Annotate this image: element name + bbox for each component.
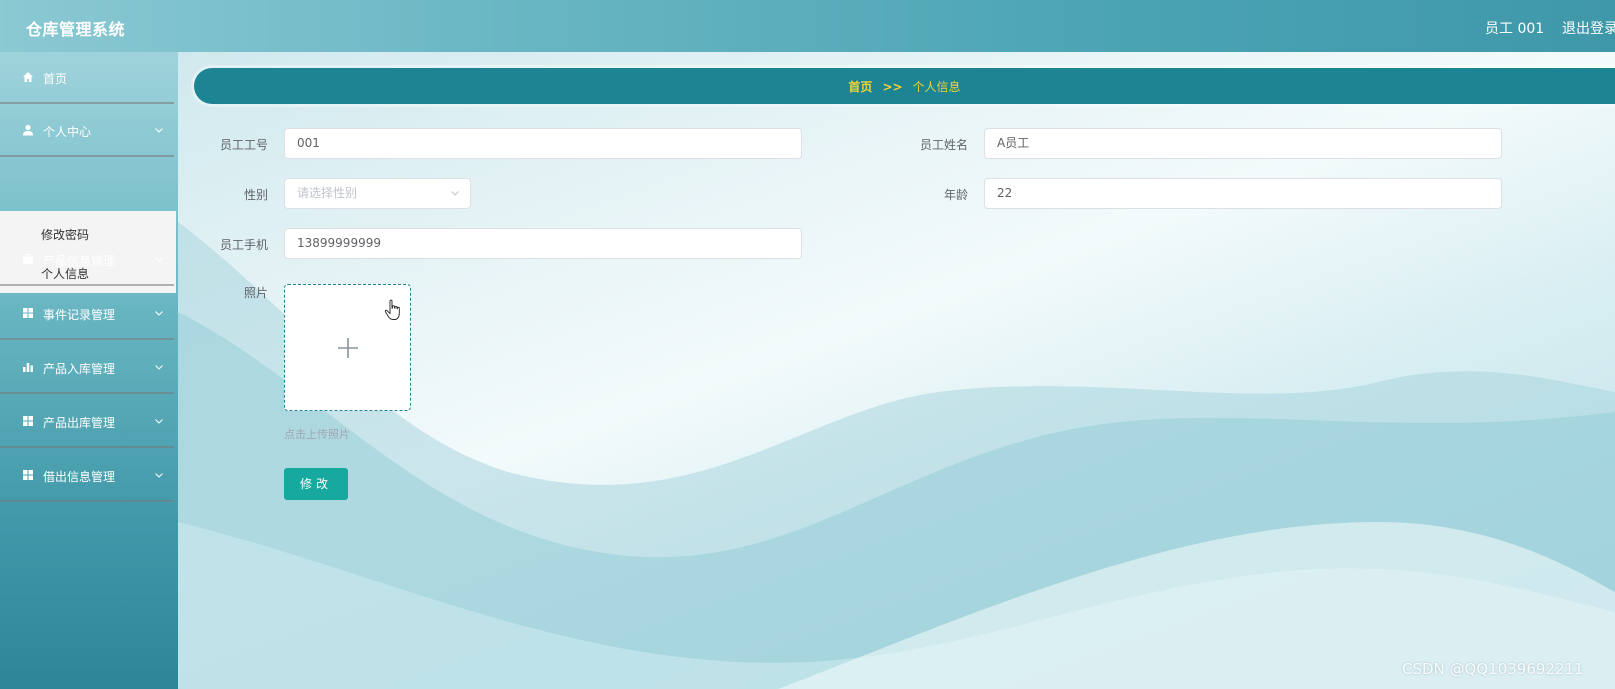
- employee-name-input[interactable]: A员工: [984, 128, 1502, 159]
- grid-icon: [23, 416, 33, 426]
- chevron-down-icon: [155, 257, 163, 262]
- breadcrumb: 首页 >> 个人信息: [194, 78, 1615, 95]
- breadcrumb-separator: >>: [882, 80, 903, 94]
- photo-uploader[interactable]: [284, 284, 411, 411]
- chevron-down-icon: [155, 128, 163, 133]
- grid-icon: [23, 308, 33, 318]
- phone-label: 员工手机: [219, 238, 268, 252]
- sidebar-item-label: 产品出库管理: [43, 416, 116, 430]
- gender-select[interactable]: 请选择性别: [284, 178, 471, 209]
- employee-id-input[interactable]: 001: [284, 128, 802, 159]
- sidebar-item-product-outbound[interactable]: 产品出库管理: [0, 396, 174, 448]
- breadcrumb-home-link[interactable]: 首页: [848, 80, 872, 94]
- sidebar-item-lending-info[interactable]: 借出信息管理: [0, 450, 174, 502]
- briefcase-icon: [23, 253, 33, 264]
- main-content: 首页 >> 个人信息 员工工号 001 员工姓名 A员工 性别 请选择性别 年龄 2…: [178, 52, 1615, 689]
- chevron-down-icon: [155, 473, 163, 478]
- hand-cursor-icon: [384, 299, 400, 320]
- age-label: 年龄: [943, 188, 968, 202]
- sidebar-item-label: 产品信息管理: [43, 254, 116, 268]
- watermark: CSDN @QQ1039692211: [1402, 660, 1584, 678]
- app-title: 仓库管理系统: [26, 20, 126, 39]
- submit-update-button[interactable]: 修改: [284, 468, 348, 500]
- logout-link[interactable]: 退出登录: [1562, 18, 1615, 38]
- sidebar-item-label: 事件记录管理: [43, 308, 116, 322]
- plus-icon: [338, 338, 358, 358]
- employee-id-label: 员工工号: [219, 138, 268, 152]
- photo-label: 照片: [243, 286, 268, 300]
- sidebar-item-personal-center[interactable]: 个人中心: [0, 105, 174, 157]
- sidebar-item-event-records[interactable]: 事件记录管理: [0, 288, 174, 340]
- chevron-down-icon: [155, 311, 163, 316]
- top-header: 仓库管理系统 员工 001 退出登录: [0, 0, 1615, 52]
- sidebar-item-label: 首页: [43, 72, 68, 86]
- grid-icon: [23, 470, 33, 480]
- current-user-label: 员工 001: [1485, 21, 1545, 37]
- age-input[interactable]: 22: [984, 178, 1502, 209]
- sidebar-item-product-info[interactable]: 产品信息管理: [0, 234, 174, 286]
- chevron-down-icon: [155, 365, 163, 370]
- employee-name-label: 员工姓名: [919, 138, 968, 152]
- user-icon: [23, 124, 33, 136]
- sidebar: 首页 个人中心 修改密码 个人信息 产品信息管理 事件记录管理 产品入库管理 产…: [0, 52, 178, 689]
- sidebar-item-product-inbound[interactable]: 产品入库管理: [0, 342, 174, 394]
- breadcrumb-bar: 首页 >> 个人信息: [194, 68, 1615, 104]
- sidebar-item-label: 产品入库管理: [43, 362, 116, 376]
- chevron-down-icon: [451, 191, 459, 196]
- breadcrumb-current: 个人信息: [912, 80, 961, 94]
- sidebar-item-label: 个人中心: [43, 125, 92, 139]
- sidebar-item-home[interactable]: 首页: [0, 52, 174, 104]
- home-icon: [23, 72, 33, 82]
- gender-label: 性别: [243, 188, 268, 202]
- bar-chart-icon: [23, 363, 33, 372]
- gender-select-placeholder: 请选择性别: [297, 186, 358, 200]
- upload-tip: 点击上传照片: [284, 428, 350, 441]
- sidebar-item-label: 借出信息管理: [43, 470, 116, 484]
- phone-input[interactable]: 13899999999: [284, 228, 802, 259]
- chevron-down-icon: [155, 419, 163, 424]
